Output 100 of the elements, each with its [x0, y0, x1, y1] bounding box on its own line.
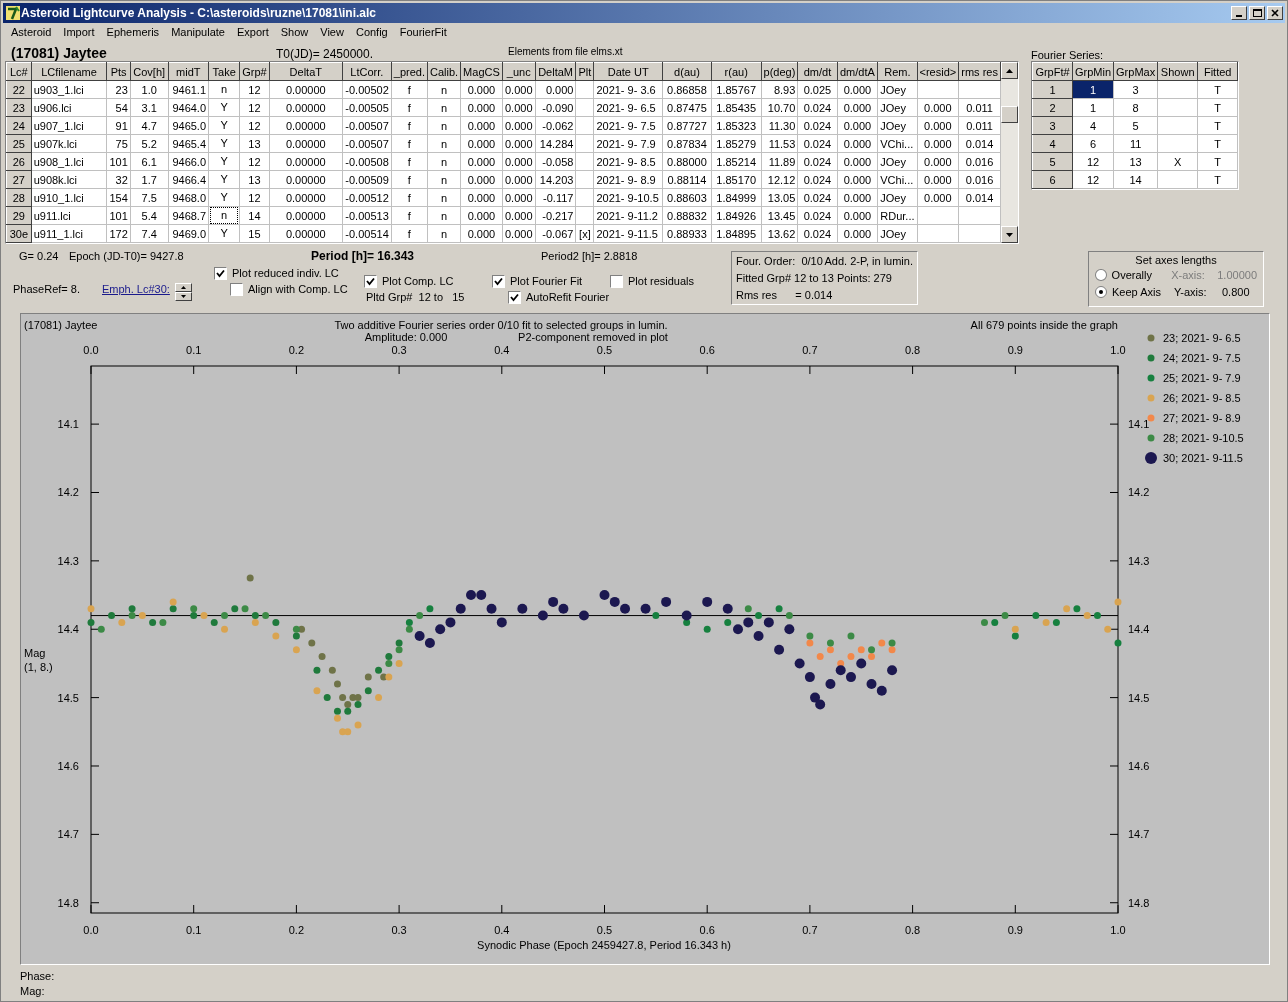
emphasize-link[interactable]: Emph. Lc#30:: [102, 283, 170, 295]
table-cell: 0.016: [958, 170, 1001, 189]
table-cell: u903_1.lci: [31, 80, 107, 99]
tick-label: 14.3: [57, 554, 79, 567]
column-header[interactable]: Calib.: [427, 62, 461, 81]
column-header[interactable]: _pred.: [391, 62, 428, 81]
table-cell: 0.000: [837, 170, 878, 189]
column-header[interactable]: LtCorr.: [342, 62, 392, 81]
menu-item[interactable]: Show: [274, 26, 315, 38]
column-header[interactable]: midT: [168, 62, 209, 81]
column-header[interactable]: Grp#: [239, 62, 270, 81]
tick-label: 14.6: [1128, 760, 1150, 772]
table-cell: -0.217: [535, 206, 576, 225]
table-cell: 1.85435: [711, 98, 762, 117]
checkbox-label[interactable]: Align with Comp. LC: [248, 283, 348, 295]
legend-label: 30; 2021- 9-11.5: [1163, 452, 1243, 464]
legend-label: 23; 2021- 9- 6.5: [1163, 332, 1241, 344]
table-cell[interactable]: 14: [1113, 170, 1158, 189]
column-header[interactable]: Lc#: [6, 62, 32, 81]
column-header[interactable]: Shown: [1157, 62, 1198, 81]
table-cell[interactable]: 1: [1072, 98, 1114, 117]
table-cell[interactable]: 3: [1113, 80, 1158, 99]
table-cell: -0.00508: [342, 152, 392, 171]
menu-item[interactable]: Manipulate: [165, 26, 231, 38]
tick-label: 0.3: [391, 924, 407, 936]
table-cell: n: [427, 116, 461, 135]
table-cell: f: [391, 134, 428, 153]
table-cell: 0.000: [502, 116, 536, 135]
table-cell: 2021- 9-11.5: [593, 224, 663, 243]
table-cell: -0.117: [535, 188, 576, 207]
table-cell[interactable]: 5: [1113, 116, 1158, 135]
menu-item[interactable]: View: [314, 26, 350, 38]
column-header[interactable]: DeltaM: [535, 62, 576, 81]
table-cell: -0.090: [535, 98, 576, 117]
table-cell: n: [427, 188, 461, 207]
column-header[interactable]: Rem.: [877, 62, 917, 81]
table-cell: 2021- 9- 7.9: [593, 134, 663, 153]
table-cell: 12: [239, 98, 270, 117]
menu-item[interactable]: Export: [230, 26, 275, 38]
checkbox-label[interactable]: AutoRefit Fourier: [526, 291, 610, 303]
table-cell: 0.00000: [269, 152, 343, 171]
table-cell: 0.00000: [269, 206, 343, 225]
column-header[interactable]: _unc: [502, 62, 536, 81]
checkbox-label[interactable]: Plot Fourier Fit: [510, 275, 583, 287]
column-header[interactable]: p(deg): [761, 62, 798, 81]
column-header[interactable]: GrpMax: [1113, 62, 1158, 81]
column-header[interactable]: Take: [208, 62, 240, 81]
menu-item[interactable]: FourierFit: [393, 26, 453, 38]
menu-item[interactable]: Ephemeris: [100, 26, 166, 38]
column-header[interactable]: Cov[h]: [130, 62, 169, 81]
table-cell[interactable]: 12: [1072, 152, 1114, 171]
table-cell[interactable]: 8: [1113, 98, 1158, 117]
table-cell: Y: [208, 224, 240, 243]
checkbox-label[interactable]: Plot Comp. LC: [382, 275, 454, 287]
column-header[interactable]: Date UT: [593, 62, 663, 81]
column-header[interactable]: <resid>: [917, 62, 959, 81]
column-header[interactable]: GrpMin: [1072, 62, 1114, 81]
p2-note: P2-component removed in plot: [518, 331, 668, 343]
menu-item[interactable]: Asteroid: [5, 26, 58, 38]
column-header[interactable]: r(au): [711, 62, 762, 81]
tick-label: 14.2: [1128, 486, 1150, 499]
tick-label: 14.7: [57, 828, 79, 841]
radio-label[interactable]: Keep Axis: [1112, 285, 1174, 298]
table-cell: -0.00514: [342, 224, 392, 243]
column-header[interactable]: Pts: [106, 62, 131, 81]
table-cell: 0.00000: [269, 116, 343, 135]
table-cell: n: [427, 152, 461, 171]
table-cell: 0.024: [797, 116, 837, 135]
checkbox-label[interactable]: Plot reduced indiv. LC: [232, 267, 339, 279]
table-cell: 0.00000: [269, 98, 343, 117]
column-header[interactable]: Fitted: [1197, 62, 1238, 81]
column-header[interactable]: dm/dtA: [837, 62, 878, 81]
column-header[interactable]: GrpFt#: [1032, 62, 1073, 81]
menu-item[interactable]: Config: [349, 26, 394, 38]
table-cell: Y: [208, 152, 240, 171]
legend-label: 26; 2021- 9- 8.5: [1163, 392, 1241, 404]
tick-label: 0.5: [596, 924, 613, 936]
table-cell[interactable]: 6: [1072, 134, 1114, 153]
table-cell: 0.024: [797, 98, 837, 117]
column-header[interactable]: d(au): [662, 62, 712, 81]
table-cell: f: [391, 206, 428, 225]
column-header[interactable]: DeltaT: [269, 62, 343, 81]
tick-label: 0.1: [186, 924, 202, 936]
table-cell: n: [208, 80, 240, 99]
column-header[interactable]: rms res: [958, 62, 1001, 81]
table-cell: -0.00502: [342, 80, 392, 99]
tick-label: 0.2: [288, 924, 305, 936]
column-header[interactable]: dm/dt: [797, 62, 837, 81]
table-cell: f: [391, 98, 428, 117]
column-header[interactable]: LCfilename: [31, 62, 107, 81]
menu-item[interactable]: Import: [57, 26, 101, 38]
table-cell[interactable]: 4: [1072, 116, 1114, 135]
table-cell[interactable]: 12: [1072, 170, 1114, 189]
table-cell: -0.00509: [342, 170, 392, 189]
table-cell: n: [427, 206, 461, 225]
table-cell[interactable]: 11: [1113, 134, 1158, 153]
table-cell: 12: [239, 116, 270, 135]
column-header[interactable]: MagCS: [460, 62, 503, 81]
table-cell[interactable]: 13: [1113, 152, 1158, 171]
checkbox-label[interactable]: Plot residuals: [628, 275, 695, 287]
